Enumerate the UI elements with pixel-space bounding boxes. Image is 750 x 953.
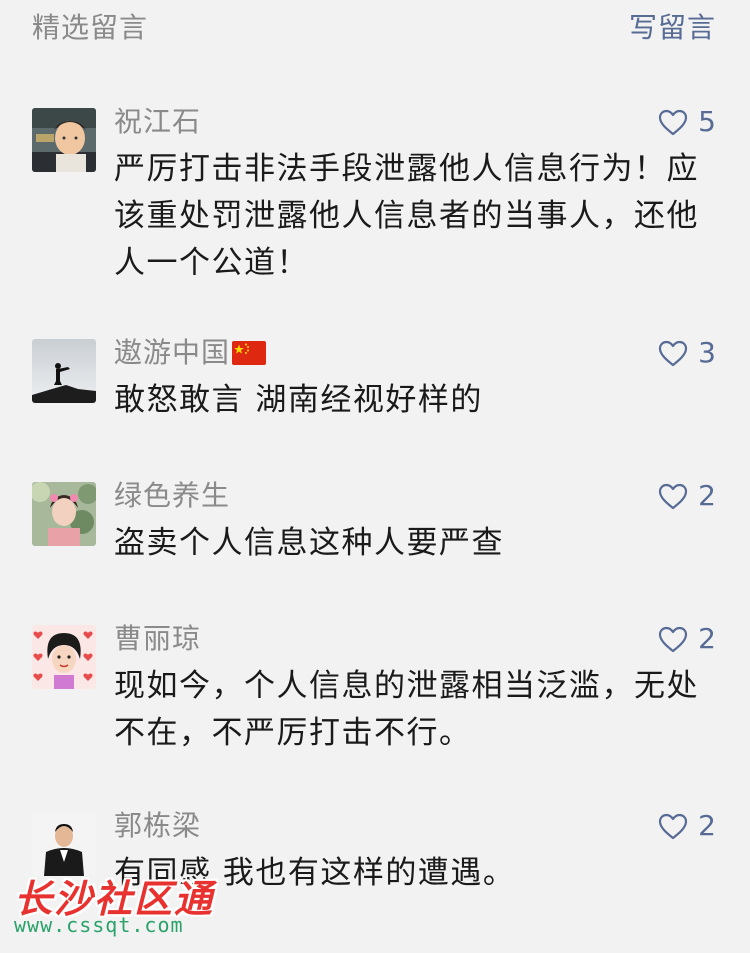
comment-nickname: 绿色养生 <box>114 479 231 512</box>
comment-content: 盗卖个人信息这种人要严查 <box>114 525 504 561</box>
like-button[interactable]: 5 <box>658 102 716 142</box>
avatar[interactable] <box>32 108 96 172</box>
comment-content: 敢怒敢言 湖南经视好样的 <box>114 382 483 418</box>
comment-content: 严厉打击非法手段泄露他人信息行为！应该重处罚泄露他人信息者的当事人，还他人一个公… <box>114 151 699 281</box>
heart-outline-icon <box>659 626 688 652</box>
site-watermark: 长沙社区通 www.cssqt.com <box>14 868 234 948</box>
avatar[interactable] <box>32 482 96 546</box>
comment-nickname: 遨游中国 <box>114 333 267 373</box>
comments-header: 精选留言 写留言 <box>0 0 750 60</box>
heart-outline-icon <box>659 483 688 509</box>
heart-outline-icon <box>659 813 688 839</box>
comment-nickname: 祝江石 <box>114 105 202 138</box>
avatar[interactable] <box>32 812 96 876</box>
heart-outline-icon <box>659 340 688 366</box>
like-button[interactable]: 2 <box>658 476 716 516</box>
comment-nickname: 曹丽琼 <box>114 622 202 655</box>
like-button[interactable]: 2 <box>658 619 716 659</box>
like-button[interactable]: 2 <box>658 806 716 846</box>
like-count: 2 <box>698 622 716 655</box>
like-button[interactable]: 3 <box>658 333 716 373</box>
write-comment-link[interactable]: 写留言 <box>629 10 716 46</box>
selected-comments-title: 精选留言 <box>32 11 149 44</box>
comment-nickname: 郭栋梁 <box>114 809 202 842</box>
avatar[interactable] <box>32 625 96 689</box>
comment-nickname-text: 遨游中国 <box>114 336 231 369</box>
like-count: 3 <box>698 336 716 369</box>
avatar[interactable] <box>32 339 96 403</box>
like-count: 5 <box>698 105 716 138</box>
like-count: 2 <box>698 479 716 512</box>
china-flag-icon <box>232 341 267 365</box>
like-count: 2 <box>698 809 716 842</box>
comment-content: 现如今，个人信息的泄露相当泛滥，无处不在，不严厉打击不行。 <box>114 668 699 751</box>
heart-outline-icon <box>659 109 688 135</box>
watermark-url: www.cssqt.com <box>14 913 184 937</box>
